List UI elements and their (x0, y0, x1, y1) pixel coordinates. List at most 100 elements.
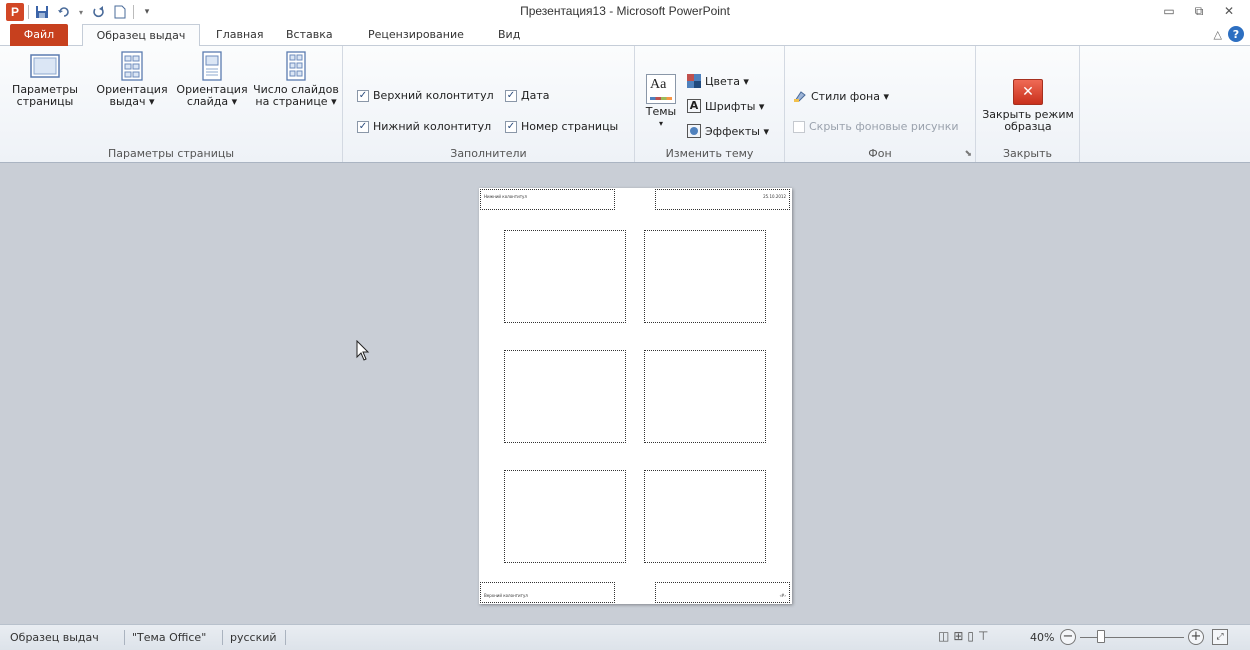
footer-placeholder-text: Верхний колонтитул (484, 593, 528, 598)
view-buttons: ◫ ⊞ ▯ ⊤ (938, 629, 988, 643)
handout-orientation-icon (116, 50, 148, 82)
slide-orientation-button[interactable]: Ориентация слайда ▾ (172, 50, 252, 108)
footer-placeholder[interactable]: Верхний колонтитул (480, 582, 615, 603)
zoom-in-button[interactable]: + (1188, 629, 1204, 645)
fonts-icon: A (687, 99, 701, 113)
effects-label: Эффекты ▾ (705, 124, 770, 138)
help-icon[interactable]: ? (1228, 26, 1244, 42)
page-setup-button[interactable]: Параметры страницы (2, 50, 88, 108)
group-page-setup: Параметры страницы Ориентация выдач ▾ Ор… (0, 46, 343, 162)
header-placeholder[interactable]: Нижний колонтитул (480, 189, 615, 210)
background-dialog-launcher-icon[interactable]: ⬊ (964, 149, 972, 159)
page-number-checkbox-label: Номер страницы (521, 120, 619, 133)
date-checkbox[interactable]: ✓ (505, 89, 517, 102)
background-styles-button[interactable]: Стили фона ▾ (793, 89, 889, 103)
status-separator (124, 630, 125, 645)
zoom-slider-thumb[interactable] (1097, 630, 1105, 643)
date-checkbox-row[interactable]: ✓ Дата (505, 89, 549, 102)
slide-placeholder[interactable] (504, 350, 626, 443)
effects-icon (687, 124, 701, 138)
tab-right-controls: △ ? (1214, 26, 1244, 42)
slide-placeholder[interactable] (644, 230, 766, 323)
themes-color-strip (650, 97, 672, 100)
workspace: Нижний колонтитул 25.10.2012 Верхний кол… (0, 163, 1250, 624)
slide-show-view-icon[interactable]: ⊤ (978, 629, 988, 643)
slide-placeholder[interactable] (644, 350, 766, 443)
close-window-icon[interactable]: ✕ (1216, 2, 1242, 20)
page-number-checkbox[interactable]: ✓ (505, 120, 517, 133)
date-placeholder[interactable]: 25.10.2012 (655, 189, 790, 210)
colors-label: Цвета ▾ (705, 74, 749, 88)
hide-background-row: Скрыть фоновые рисунки (793, 120, 959, 133)
status-theme-name[interactable]: "Тема Office" (132, 631, 206, 644)
colors-button[interactable]: Цвета ▾ (687, 74, 749, 88)
normal-view-icon[interactable]: ◫ (938, 629, 949, 643)
footer-checkbox-label: Нижний колонтитул (373, 120, 492, 133)
slide-orientation-label-2: слайда ▾ (186, 95, 238, 108)
status-separator (222, 630, 223, 645)
minimize-icon[interactable]: ▭ (1156, 2, 1182, 20)
page-setup-label-2: страницы (16, 95, 74, 108)
footer-checkbox-row[interactable]: ✓ Нижний колонтитул (357, 120, 491, 133)
handout-page: Нижний колонтитул 25.10.2012 Верхний кол… (479, 188, 792, 604)
slide-placeholder[interactable] (504, 230, 626, 323)
tab-view[interactable]: Вид (490, 24, 528, 46)
close-master-view-icon: ✕ (1013, 79, 1043, 105)
header-checkbox-label: Верхний колонтитул (373, 89, 494, 102)
page-number-checkbox-row[interactable]: ✓ Номер страницы (505, 120, 618, 133)
slide-placeholder[interactable] (644, 470, 766, 563)
window-title: Презентация13 - Microsoft PowerPoint (520, 4, 730, 18)
zoom-slider-track[interactable] (1080, 637, 1184, 638)
group-label-page-setup: Параметры страницы (107, 147, 235, 160)
colors-icon (687, 74, 701, 88)
tab-home[interactable]: Главная (208, 24, 272, 46)
slides-per-page-button[interactable]: Число слайдов на странице ▾ (252, 50, 340, 108)
slide-orientation-icon (196, 50, 228, 82)
header-checkbox-row[interactable]: ✓ Верхний колонтитул (357, 89, 494, 102)
group-close: ✕ Закрыть режим образца Закрыть (976, 46, 1080, 162)
group-label-background: Фон (868, 147, 892, 160)
group-label-placeholders: Заполнители (450, 147, 527, 160)
header-placeholder-text: Нижний колонтитул (484, 194, 527, 199)
status-language[interactable]: русский (230, 631, 277, 644)
hide-background-checkbox (793, 120, 805, 133)
hide-background-label: Скрыть фоновые рисунки (809, 120, 959, 133)
fit-to-window-icon[interactable]: ⤢ (1212, 629, 1228, 645)
tab-handout-master[interactable]: Образец выдач (82, 24, 200, 47)
page-setup-icon (29, 50, 61, 82)
fonts-button[interactable]: A Шрифты ▾ (687, 99, 764, 113)
tab-insert[interactable]: Вставка (278, 24, 341, 46)
maximize-icon[interactable]: ⧉ (1186, 2, 1212, 20)
tab-file[interactable]: Файл (10, 24, 68, 46)
group-placeholders: ✓ Верхний колонтитул ✓ Дата ✓ Нижний кол… (343, 46, 635, 162)
status-bar: Образец выдач "Тема Office" русский ◫ ⊞ … (0, 624, 1250, 650)
date-checkbox-label: Дата (521, 89, 550, 102)
effects-button[interactable]: Эффекты ▾ (687, 124, 769, 138)
handout-orientation-button[interactable]: Ориентация выдач ▾ (92, 50, 172, 108)
minimize-ribbon-icon[interactable]: △ (1214, 28, 1222, 41)
ribbon: Параметры страницы Ориентация выдач ▾ Ор… (0, 46, 1250, 163)
zoom-level[interactable]: 40% (1030, 631, 1054, 644)
background-styles-icon (793, 89, 807, 103)
status-view-name: Образец выдач (10, 631, 99, 644)
slide-placeholder[interactable] (504, 470, 626, 563)
zoom-out-button[interactable]: − (1060, 629, 1076, 645)
slide-sorter-view-icon[interactable]: ⊞ (953, 629, 963, 643)
close-master-view-button[interactable]: ✕ Закрыть режим образца (978, 79, 1078, 133)
group-background: Стили фона ▾ Скрыть фоновые рисунки Фон … (785, 46, 976, 162)
footer-checkbox[interactable]: ✓ (357, 120, 369, 133)
page-number-placeholder-text: ‹#› (779, 593, 786, 598)
date-placeholder-text: 25.10.2012 (763, 194, 786, 199)
reading-view-icon[interactable]: ▯ (967, 629, 974, 643)
slides-per-page-icon (280, 50, 312, 82)
ribbon-tabs: Файл Образец выдач Главная Вставка Рецен… (0, 24, 1250, 47)
group-label-edit-theme: Изменить тему (665, 147, 754, 160)
themes-label: Темы (645, 105, 677, 118)
tab-review[interactable]: Рецензирование (360, 24, 472, 46)
themes-icon-text: Aa (650, 77, 667, 92)
header-checkbox[interactable]: ✓ (357, 89, 369, 102)
title-bar: P ▾ ▾ Презентация13 - Microsoft PowerPoi… (0, 0, 1250, 24)
page-number-placeholder[interactable]: ‹#› (655, 582, 790, 603)
themes-button[interactable]: Aa Темы ▾ (643, 74, 679, 130)
handout-orientation-label-2: выдач ▾ (109, 95, 155, 108)
